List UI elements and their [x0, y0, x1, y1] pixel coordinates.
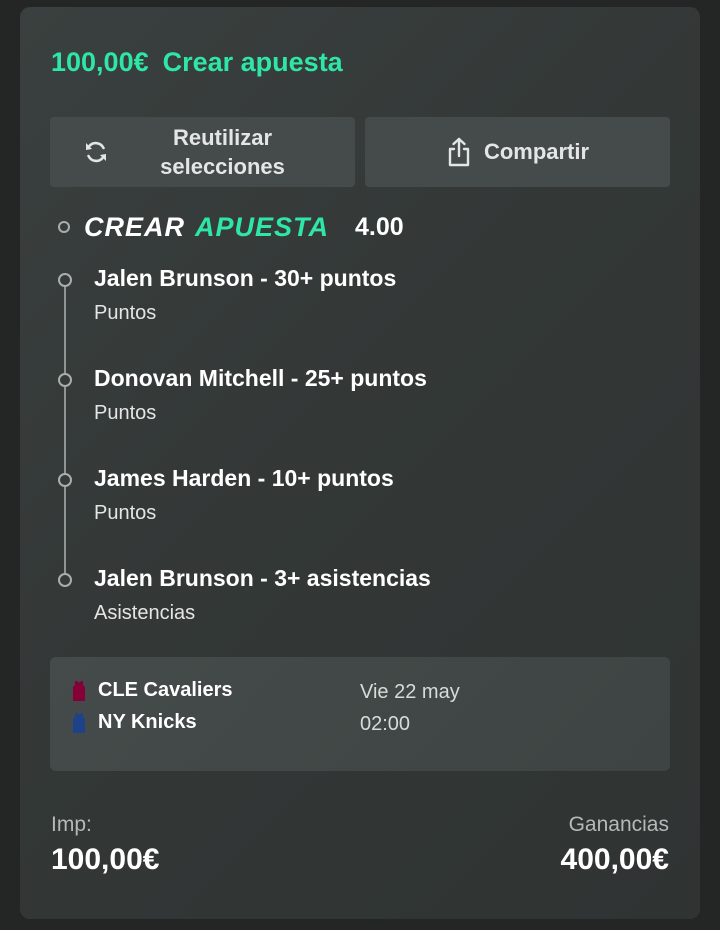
- selection-name: Donovan Mitchell - 25+ puntos: [94, 365, 427, 391]
- share-label: Compartir: [483, 139, 590, 164]
- team-home-name: CLE Cavaliers: [98, 679, 233, 701]
- selection-name: Jalen Brunson - 30+ puntos: [94, 265, 397, 291]
- share-icon: [448, 137, 470, 167]
- event-info-box[interactable]: CLE Cavaliers NY Knicks Vie 22 may 02:00: [50, 657, 670, 771]
- jersey-icon: [73, 680, 85, 701]
- share-button[interactable]: Compartir: [365, 117, 670, 187]
- selection-dot-icon: [58, 473, 72, 487]
- event-time: 02:00: [360, 713, 411, 735]
- bet-builder-word-apuesta: APUESTA: [195, 211, 330, 242]
- selection-item: Jalen Brunson - 30+ puntos Puntos: [58, 265, 397, 325]
- winnings-label: Ganancias: [568, 813, 669, 836]
- winnings-value: 400,00€: [560, 843, 669, 876]
- bet-builder-circle-icon: [58, 221, 70, 233]
- team-home: CLE Cavaliers: [72, 679, 233, 702]
- selection-item: Donovan Mitchell - 25+ puntos Puntos: [58, 365, 427, 425]
- selection-item: Jalen Brunson - 3+ asistencias Asistenci…: [58, 565, 431, 625]
- reuse-label-line2: selecciones: [160, 154, 285, 179]
- header-title: Crear apuesta: [162, 47, 343, 77]
- selection-dot-icon: [58, 573, 72, 587]
- bet-header: 100,00€ Crear apuesta: [51, 47, 343, 78]
- selection-dot-icon: [58, 373, 72, 387]
- bet-builder-odds: 4.00: [355, 212, 404, 241]
- selections-timeline-line: [64, 285, 66, 586]
- reuse-label-line1: Reutilizar: [172, 125, 273, 150]
- stake-value: 100,00€: [51, 843, 160, 876]
- team-away-name: NY Knicks: [98, 711, 197, 733]
- header-amount: 100,00€: [51, 47, 149, 77]
- selection-item: James Harden - 10+ puntos Puntos: [58, 465, 394, 525]
- selection-name: James Harden - 10+ puntos: [94, 465, 394, 491]
- team-away: NY Knicks: [72, 711, 197, 734]
- selection-dot-icon: [58, 273, 72, 287]
- reuse-selections-label: Reutilizar selecciones: [123, 123, 323, 181]
- reuse-selections-button[interactable]: Reutilizar selecciones: [50, 117, 355, 187]
- event-date: Vie 22 may: [360, 681, 460, 703]
- selection-market: Asistencias: [94, 602, 196, 624]
- selection-market: Puntos: [94, 502, 157, 524]
- jersey-icon: [73, 712, 85, 733]
- selection-market: Puntos: [94, 402, 157, 424]
- bet-card: 100,00€ Crear apuesta Reutilizar seleccio…: [20, 7, 700, 919]
- selection-name: Jalen Brunson - 3+ asistencias: [94, 565, 431, 591]
- selection-market: Puntos: [94, 302, 157, 324]
- stake-label: Imp:: [51, 813, 92, 836]
- refresh-icon: [86, 141, 106, 163]
- bet-builder-word-crear: CREAR: [84, 211, 186, 242]
- bet-builder-title: CREAR APUESTA 4.00: [58, 207, 404, 247]
